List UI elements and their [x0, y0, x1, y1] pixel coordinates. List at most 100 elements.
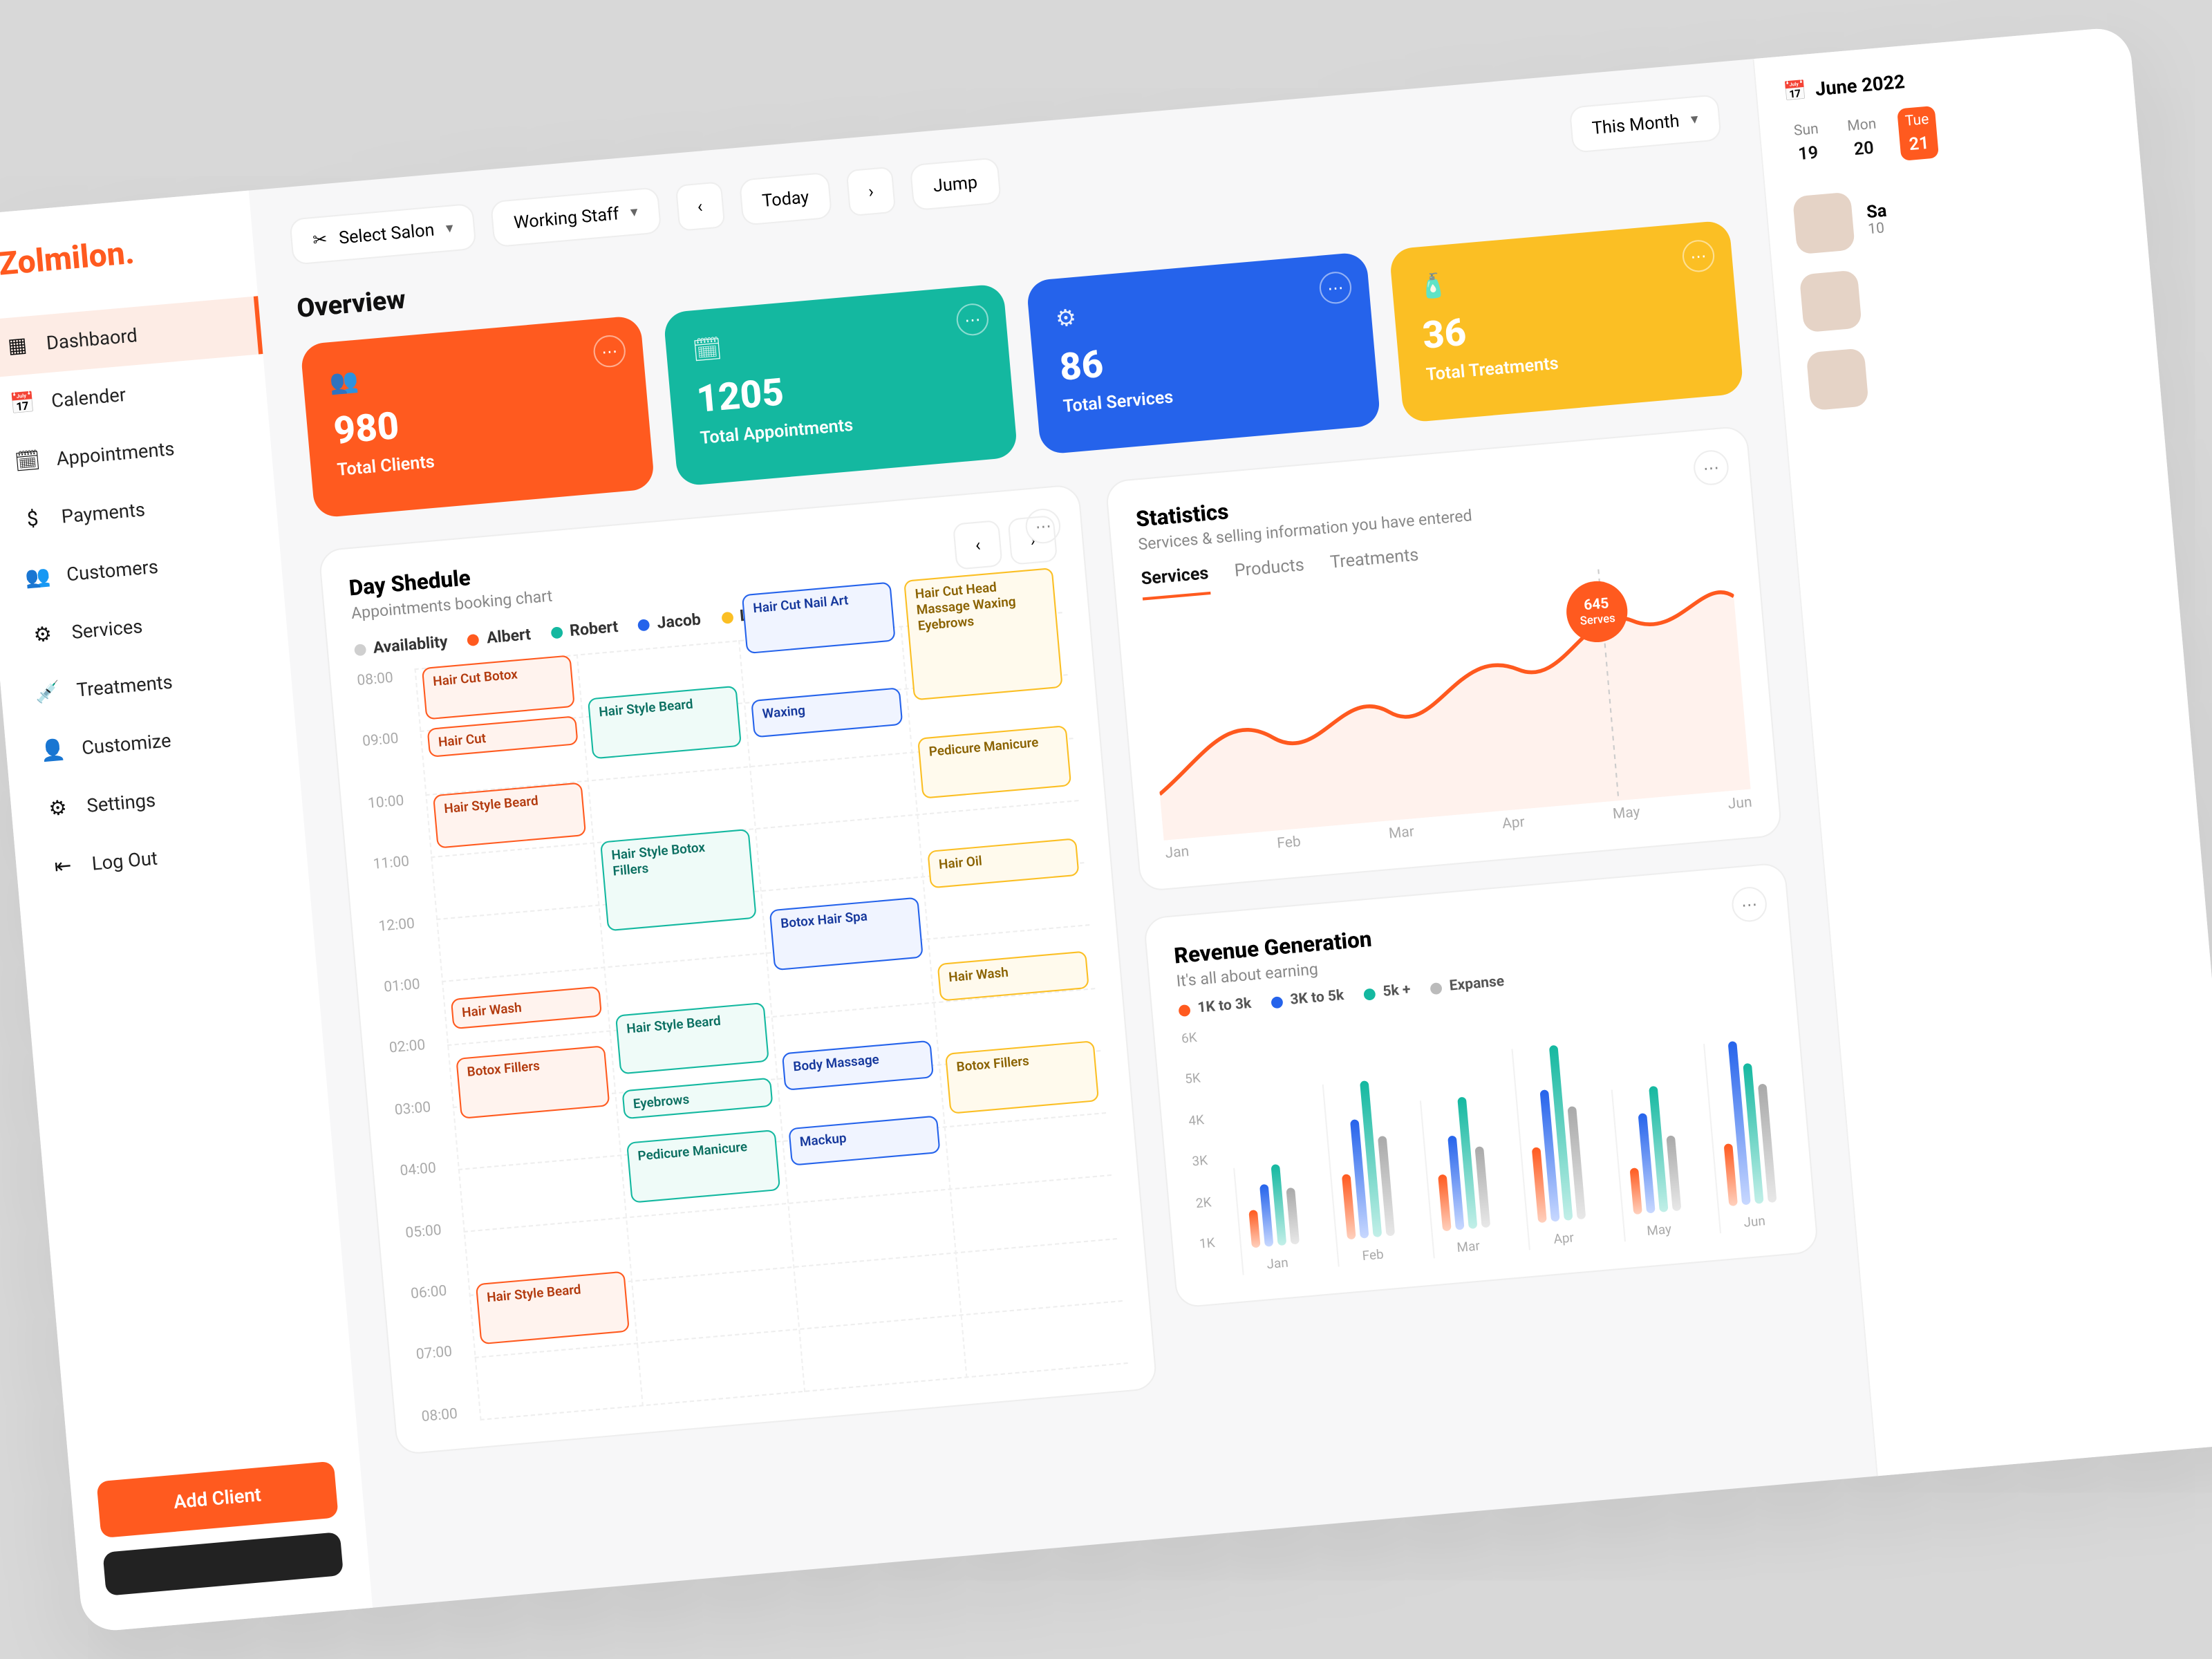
- appointment-block[interactable]: Body Massage: [782, 1040, 934, 1091]
- avatar-icon: 👤: [40, 738, 65, 763]
- appointment-block[interactable]: Botox Fillers: [456, 1046, 610, 1119]
- add-client-button[interactable]: Add Client: [96, 1461, 338, 1539]
- mask-icon: 🧴: [1417, 248, 1707, 301]
- upcoming-item[interactable]: [1799, 247, 2127, 332]
- day-schedule-panel: ⋯ Day Shedule Appointments booking chart…: [318, 484, 1158, 1456]
- avatar: [1799, 270, 1862, 332]
- sidebar-item-label: Log Out: [91, 847, 159, 875]
- schedule-grid: 08:0009:0010:0011:0012:0001:0002:0003:00…: [414, 612, 1128, 1421]
- legend-jacob: Jacob: [656, 610, 701, 632]
- appointment-block[interactable]: Hair Cut Head Massage Waxing Eyebrows: [903, 568, 1063, 701]
- appointment-block[interactable]: Hair Style Beard: [433, 782, 586, 848]
- calendar-check-icon: 🗓: [691, 312, 982, 364]
- sidebar-item-label: Appointments: [55, 438, 175, 470]
- day-tue[interactable]: Tue21: [1897, 106, 1940, 161]
- select-salon-label: Select Salon: [338, 220, 435, 248]
- upcoming-item[interactable]: Sa10: [1792, 169, 2120, 254]
- gears-icon: ⚙: [1054, 280, 1344, 332]
- bar-group: Apr: [1512, 1042, 1599, 1250]
- bar-group: Jan: [1233, 1161, 1312, 1275]
- app-window: Zolmilon. ▦Dashbaord 📅Calender 🗓Appointm…: [0, 26, 2212, 1633]
- appointment-block[interactable]: Waxing: [751, 686, 903, 737]
- appointment-block[interactable]: Hair Cut: [427, 715, 578, 758]
- upcoming-name: Sa: [1866, 200, 1887, 222]
- chevron-right-icon: ›: [868, 181, 874, 202]
- schedule-prev[interactable]: ‹: [953, 519, 1003, 570]
- calendar-icon: 📅: [1782, 80, 1808, 104]
- jump-button[interactable]: Jump: [910, 157, 1001, 211]
- appointment-block[interactable]: Hair Style Beard: [476, 1271, 630, 1344]
- chevron-left-icon: ‹: [697, 196, 704, 217]
- syringe-icon: 💉: [35, 681, 60, 706]
- prev-button[interactable]: ‹: [675, 181, 725, 232]
- sidebar-item-label: Customize: [81, 730, 172, 760]
- legend-availability: Availablity: [373, 632, 449, 658]
- working-staff-label: Working Staff: [513, 203, 620, 233]
- bar-group: May: [1611, 1085, 1694, 1242]
- chevron-down-icon: ▾: [445, 220, 454, 236]
- kpi-clients[interactable]: ⋯👥980Total Clients: [300, 315, 655, 518]
- badge-value: 645: [1583, 596, 1609, 614]
- appointment-block[interactable]: Hair Wash: [451, 986, 602, 1029]
- appointment-block[interactable]: Hair Style Beard: [588, 686, 742, 759]
- day-mon[interactable]: Mon20: [1839, 110, 1886, 166]
- appointment-block[interactable]: Hair Style Botox Fillers: [600, 829, 757, 932]
- upcoming-sub: 10: [1867, 220, 1888, 238]
- tab-treatments[interactable]: Treatments: [1329, 544, 1421, 583]
- tab-products[interactable]: Products: [1234, 554, 1306, 592]
- avatar: [1806, 348, 1869, 411]
- revenue-bars: 6K5K4K3K2K1K JanFebMarAprMayJun: [1181, 982, 1789, 1279]
- appointment-block[interactable]: Hair Style Beard: [615, 1002, 769, 1075]
- bar-group: Mar: [1420, 1095, 1503, 1259]
- day-sun[interactable]: Sun19: [1785, 115, 1829, 171]
- revenue-panel: ⋯ Revenue Generation It's all about earn…: [1143, 862, 1819, 1309]
- upcoming-item[interactable]: [1806, 325, 2134, 411]
- range-dropdown[interactable]: This Month ▾: [1568, 94, 1722, 153]
- appointment-block[interactable]: Hair Cut Botox: [422, 655, 575, 720]
- appointment-block[interactable]: Eyebrows: [621, 1077, 773, 1120]
- kpi-treatments[interactable]: ⋯🧴36Total Treatments: [1389, 220, 1744, 423]
- grid-icon: ▦: [5, 334, 30, 359]
- calendar-month: June 2022: [1815, 72, 1906, 102]
- gear-icon: ⚙: [46, 796, 71, 821]
- working-staff-dropdown[interactable]: Working Staff ▾: [490, 187, 662, 247]
- users-icon: 👥: [328, 344, 619, 396]
- today-button[interactable]: Today: [738, 172, 832, 226]
- legend-albert: Albert: [486, 625, 532, 648]
- tab-services[interactable]: Services: [1141, 563, 1210, 601]
- gears-icon: ⚙: [30, 623, 55, 648]
- statistics-chart: 645Serves: [1144, 558, 1751, 841]
- dollar-icon: $: [20, 507, 45, 532]
- appointment-block[interactable]: Botox Fillers: [945, 1041, 1099, 1114]
- appointment-block[interactable]: Hair Cut Nail Art: [742, 581, 896, 655]
- day-picker: Sun19 Mon20 Tue21: [1785, 91, 2112, 171]
- appointment-block[interactable]: Pedicure Manicure: [917, 725, 1071, 798]
- appointment-block[interactable]: Hair Oil: [928, 838, 1080, 888]
- legend-robert: Robert: [569, 617, 619, 640]
- clipboard-icon: 🗓: [15, 449, 40, 474]
- today-label: Today: [761, 187, 809, 211]
- statistics-panel: ⋯ Statistics Services & selling informat…: [1105, 425, 1782, 892]
- sidebar-item-label: Settings: [86, 789, 156, 817]
- upcoming-list: Sa10: [1792, 169, 2134, 411]
- appointment-block[interactable]: Botox Hair Spa: [769, 897, 924, 971]
- next-button[interactable]: ›: [846, 167, 897, 217]
- appointment-block[interactable]: Hair Wash: [937, 950, 1089, 1001]
- scissors-icon: ✂: [312, 229, 328, 250]
- range-label: This Month: [1591, 111, 1680, 138]
- sidebar-item-label: Services: [71, 616, 143, 644]
- appointment-block[interactable]: Mackup: [789, 1115, 941, 1165]
- calendar-icon: 📅: [10, 391, 35, 416]
- kpi-services[interactable]: ⋯⚙86Total Services: [1026, 252, 1381, 455]
- sidebar-item-label: Dashbaord: [46, 325, 138, 355]
- appointment-block[interactable]: Pedicure Manicure: [626, 1130, 780, 1203]
- secondary-button[interactable]: [102, 1532, 344, 1596]
- sidebar-item-label: Treatments: [76, 671, 174, 701]
- users-icon: 👥: [25, 565, 50, 590]
- chevron-down-icon: ▾: [1690, 111, 1699, 128]
- logout-icon: ⇤: [50, 854, 75, 879]
- jump-label: Jump: [932, 172, 978, 196]
- chevron-down-icon: ▾: [630, 204, 639, 221]
- kpi-appointments[interactable]: ⋯🗓1205Total Appointments: [663, 283, 1018, 487]
- select-salon-dropdown[interactable]: ✂ Select Salon ▾: [289, 203, 477, 265]
